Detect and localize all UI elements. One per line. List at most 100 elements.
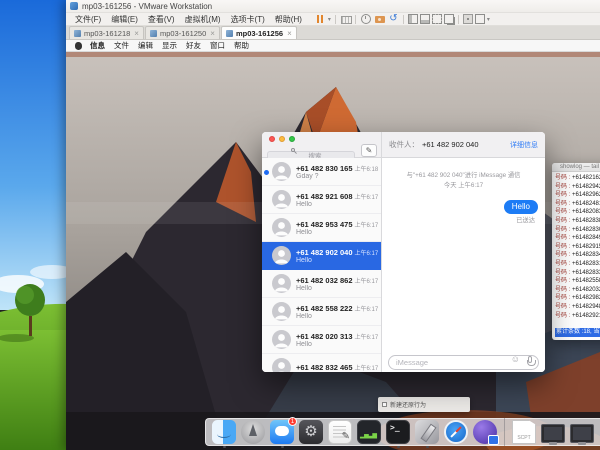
contact-number: +61 482 020 313 <box>296 332 353 341</box>
tab-close-icon[interactable] <box>134 29 139 38</box>
chat-transcript: 与"+61 482 902 040"进行 iMessage 通信 今天 上午6:… <box>382 158 545 348</box>
vmware-menu-item[interactable]: 文件(F) <box>70 14 106 25</box>
window-title: mp03-161256 - VMware Workstation <box>82 2 212 11</box>
log-line: 号码 : +614829216 <box>555 312 600 321</box>
conversation-pane-header: ✎ <box>262 132 381 158</box>
vmware-menu-item[interactable]: 选项卡(T) <box>226 14 270 25</box>
macos-menu-item[interactable]: 好友 <box>186 40 201 51</box>
microphone-icon[interactable] <box>528 356 532 363</box>
vmware-menu-item[interactable]: 虚拟机(M) <box>180 14 226 25</box>
vm-tab-label: mp03-161218 <box>84 29 130 38</box>
dock-icon-textedit[interactable] <box>328 420 352 444</box>
fullscreen-button[interactable] <box>432 14 442 24</box>
conversation-item[interactable]: +61 482 558 222 上午6:17 Hello <box>262 298 381 326</box>
conversation-item[interactable]: +61 482 032 862 上午6:17 Hello <box>262 270 381 298</box>
macos-menu-item[interactable]: 显示 <box>162 40 177 51</box>
macos-menu-item[interactable]: 编辑 <box>138 40 153 51</box>
conversation-pane: ✎ <box>262 132 382 372</box>
messages-window: ✎ <box>262 132 545 372</box>
tab-close-icon[interactable] <box>287 29 292 38</box>
conversation-time: 上午6:17 <box>355 332 379 341</box>
macos-menu-item[interactable]: 信息 <box>90 40 105 51</box>
contact-avatar <box>272 330 291 349</box>
chat-date: 今天 上午6:17 <box>382 180 545 189</box>
to-label: 收件人： <box>389 139 419 150</box>
dock-icon-safari[interactable] <box>444 420 468 444</box>
conversation-item[interactable]: +61 482 953 475 上午6:17 Hello <box>262 214 381 242</box>
dock-icon-network[interactable] <box>473 420 497 444</box>
dropdown-caret-icon[interactable]: ▾ <box>487 16 490 23</box>
vmware-titlebar[interactable]: mp03-161256 - VMware Workstation <box>66 0 600 13</box>
dock: 1 <box>205 418 600 446</box>
log-line: 号码 : +614828346 <box>555 251 600 260</box>
message-preview: Hello <box>296 285 377 292</box>
pause-vm-button[interactable] <box>314 13 326 25</box>
take-snapshot-button[interactable] <box>374 13 386 25</box>
vm-tab[interactable]: mp03-161250 <box>145 26 220 39</box>
send-ctrl-alt-del-button[interactable] <box>340 13 351 25</box>
dock-icon-separator[interactable] <box>502 418 507 446</box>
compose-button[interactable]: ✎ <box>361 144 377 157</box>
vmware-menu-item[interactable]: 帮助(H) <box>270 14 307 25</box>
dock-icon-finder[interactable] <box>212 420 236 444</box>
contact-avatar <box>272 162 291 181</box>
search-icon <box>291 148 295 152</box>
unity-mode-button[interactable] <box>444 14 454 24</box>
checkbox[interactable] <box>382 402 387 407</box>
dock-icon-automator[interactable] <box>415 420 439 444</box>
details-link[interactable]: 详细信息 <box>510 140 538 150</box>
vmware-menu-item[interactable]: 查看(V) <box>143 14 180 25</box>
dropdown-caret-icon[interactable]: ▾ <box>328 16 331 23</box>
person-icon <box>272 274 291 293</box>
toolbar-separator <box>335 15 336 24</box>
apple-menu-icon[interactable] <box>75 42 82 50</box>
conversation-time: 上午6:17 <box>355 248 379 257</box>
log-line: 号码 : +614828385 <box>555 217 600 226</box>
conversation-item[interactable]: +61 482 902 040 上午6:17 Hello <box>262 242 381 270</box>
conversation-item[interactable]: +61 482 921 608 上午6:17 Hello <box>262 186 381 214</box>
conversation-item[interactable]: +61 482 020 313 上午6:17 Hello <box>262 326 381 354</box>
conversation-item[interactable]: +61 482 832 465 上午6:17 <box>262 354 381 372</box>
vmware-tabbar: mp03-161218 mp03-161250 mp03-161256 <box>66 26 600 40</box>
thumbnail-bar-button[interactable] <box>420 14 430 24</box>
log-line: 号码 : +614829480 <box>555 303 600 312</box>
expand-view-button[interactable] <box>475 14 485 24</box>
close-button[interactable] <box>269 136 275 142</box>
to-value: +61 482 902 040 <box>422 140 479 149</box>
minimize-button[interactable] <box>279 136 285 142</box>
zoom-button[interactable] <box>289 136 295 142</box>
snapshot-manager-button[interactable] <box>360 13 372 25</box>
dock-icon-window2[interactable] <box>570 422 594 443</box>
conversation-time: 上午6:17 <box>355 276 379 285</box>
contact-avatar <box>272 190 291 209</box>
person-icon <box>272 246 291 265</box>
dock-icon-preferences[interactable] <box>299 420 323 444</box>
dock-icon-script[interactable]: SCPT <box>512 420 536 444</box>
macos-menu-item[interactable]: 帮助 <box>234 40 249 51</box>
log-line: 号码 : +614820836 <box>555 208 600 217</box>
conversation-time: 上午6:18 <box>355 164 379 173</box>
vm-tab[interactable]: mp03-161218 <box>69 26 144 39</box>
library-panel-button[interactable] <box>408 14 418 24</box>
console-view-button[interactable] <box>463 14 473 24</box>
message-input-bar: ☺ <box>382 348 545 372</box>
dock-icon-messages[interactable]: 1 <box>270 420 294 444</box>
revert-snapshot-button[interactable]: ↺ <box>388 13 399 25</box>
conversation-item[interactable]: +61 482 830 165 上午6:18 Gday ? <box>262 158 381 186</box>
dock-icon-launchpad[interactable] <box>241 420 265 444</box>
tab-close-icon[interactable] <box>210 29 215 38</box>
macos-menu-item[interactable]: 文件 <box>114 40 129 51</box>
vmware-menu-item[interactable]: 编辑(E) <box>106 14 143 25</box>
message-preview: Hello <box>296 313 377 320</box>
macos-menu-item[interactable]: 窗口 <box>210 40 225 51</box>
dock-icon-terminal[interactable] <box>386 420 410 444</box>
dock-icon-window1[interactable] <box>541 422 565 443</box>
vm-tab[interactable]: mp03-161256 <box>221 26 297 39</box>
notification-badge: 1 <box>288 417 297 426</box>
running-indicator <box>426 446 429 449</box>
unread-indicator-dot <box>264 170 269 175</box>
conversation-time: 上午6:17 <box>355 220 379 229</box>
emoji-icon[interactable]: ☺ <box>511 355 520 364</box>
dock-icon-activity[interactable] <box>357 420 381 444</box>
log-line: 号码 : +614828301 <box>555 226 600 235</box>
